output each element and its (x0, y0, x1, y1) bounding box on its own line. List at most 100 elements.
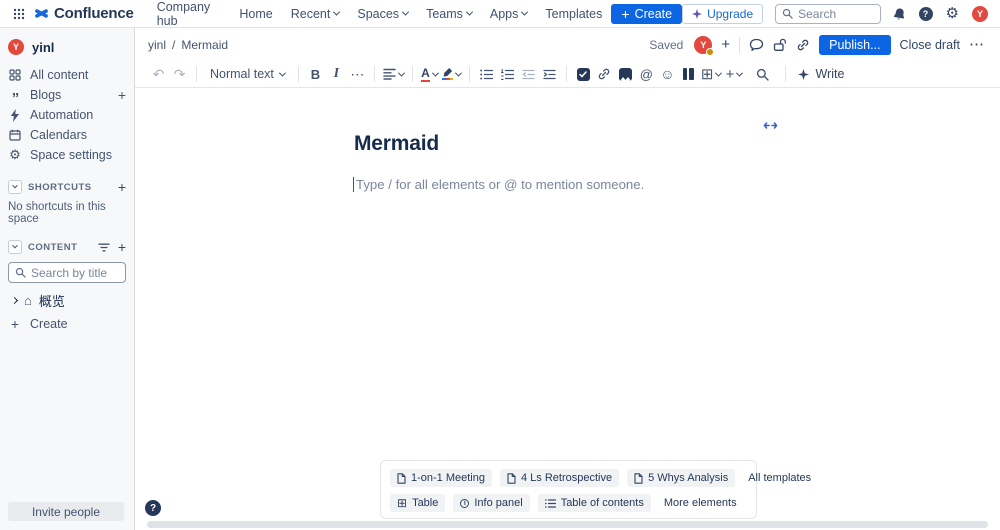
bullet-list-button[interactable] (476, 63, 497, 85)
collaborator-avatar[interactable]: Y (694, 35, 715, 56)
divider (297, 66, 299, 82)
settings-gear-icon[interactable]: ⚙ (946, 6, 959, 21)
add-collaborator-plus-icon[interactable]: + (721, 37, 730, 52)
element-chip-table-of-contents[interactable]: Table of contents (537, 494, 651, 512)
link-icon (597, 67, 611, 81)
nav-item-home[interactable]: Home (230, 0, 281, 28)
document-icon (634, 472, 643, 484)
page-title[interactable]: Mermaid (354, 132, 439, 156)
confluence-logo[interactable]: Confluence (30, 5, 140, 22)
task-list-button[interactable] (573, 63, 594, 85)
text-align-dropdown[interactable] (381, 63, 406, 85)
more-actions-icon[interactable]: ⋯ (969, 37, 985, 52)
sidebar-item-automation[interactable]: Automation (0, 105, 134, 125)
nav-item-templates[interactable]: Templates (536, 0, 611, 28)
help-floating-button[interactable]: ? (145, 500, 161, 516)
chevron-down-icon (431, 69, 439, 77)
italic-button[interactable]: I (326, 63, 347, 85)
nav-item-spaces[interactable]: Spaces (348, 0, 417, 28)
copy-link-icon[interactable] (796, 38, 810, 52)
content-collapse-button[interactable] (8, 240, 22, 254)
avatar-status-badge (706, 47, 715, 56)
sidebar-item-space-settings[interactable]: ⚙ Space settings (0, 145, 134, 165)
more-formatting-button[interactable]: ⋯ (347, 63, 368, 85)
comment-icon[interactable] (749, 38, 764, 52)
global-search-input[interactable] (798, 6, 874, 21)
indent-button[interactable] (539, 63, 560, 85)
editor-body-placeholder[interactable]: Type / for all elements or @ to mention … (353, 177, 644, 192)
redo-icon: ↷ (173, 66, 186, 82)
nav-item-apps[interactable]: Apps (481, 0, 537, 28)
sidebar-create-item[interactable]: + Create (0, 314, 134, 334)
sidebar-item-all-content[interactable]: All content (0, 65, 134, 85)
content-search[interactable] (8, 262, 126, 283)
primary-nav: Company hub Home Recent Spaces Teams App… (148, 0, 612, 28)
element-chip-table[interactable]: ⊞ Table (390, 494, 446, 512)
add-blog-plus-icon[interactable]: + (118, 87, 126, 103)
undo-button[interactable]: ↶ (148, 63, 169, 85)
content-tree-item-overview[interactable]: ⌂ 概览 (0, 289, 134, 311)
breadcrumb-page-link[interactable]: Mermaid (181, 38, 228, 52)
app-switcher-button[interactable] (8, 8, 30, 20)
global-search[interactable] (775, 3, 881, 24)
nav-item-teams[interactable]: Teams (417, 0, 481, 28)
unlock-icon[interactable] (773, 38, 787, 52)
template-chip-4ls-retrospective[interactable]: 4 Ls Retrospective (500, 469, 620, 487)
numbered-list-button[interactable] (497, 63, 518, 85)
insert-image-button[interactable] (615, 63, 636, 85)
breadcrumb: yinl / Mermaid (148, 38, 228, 52)
element-chip-info-panel[interactable]: i Info panel (453, 494, 530, 512)
ai-write-button[interactable]: Write (792, 67, 850, 81)
shortcuts-collapse-button[interactable] (8, 180, 22, 194)
text-color-dropdown[interactable]: A (419, 63, 440, 85)
space-header[interactable]: Y yinl (0, 37, 134, 65)
insert-link-button[interactable] (594, 63, 615, 85)
nav-item-company-hub[interactable]: Company hub (148, 0, 231, 28)
invite-people-button[interactable]: Invite people (8, 502, 124, 521)
publish-button[interactable]: Publish... (819, 34, 891, 55)
find-replace-button[interactable] (752, 63, 773, 85)
expand-width-icon[interactable] (763, 121, 778, 130)
add-content-plus-icon[interactable]: + (118, 240, 126, 254)
notifications-bell-icon[interactable] (891, 5, 906, 21)
plus-icon: + (621, 5, 630, 22)
close-draft-button[interactable]: Close draft (900, 38, 960, 52)
highlight-color-dropdown[interactable] (440, 63, 463, 85)
create-button[interactable]: + Create (611, 3, 683, 24)
emoji-button[interactable]: ☺ (657, 63, 678, 85)
text-cursor (353, 177, 354, 192)
content-title: CONTENT (28, 241, 78, 253)
shortcuts-section-header: SHORTCUTS + (0, 180, 134, 194)
upgrade-button[interactable]: Upgrade (682, 3, 764, 24)
insert-table-dropdown[interactable]: ⊞ (699, 63, 724, 85)
mention-button[interactable]: @ (636, 63, 657, 85)
breadcrumb-space-link[interactable]: yinl (148, 38, 166, 52)
plus-icon: + (10, 316, 20, 332)
redo-button[interactable]: ↷ (169, 63, 190, 85)
calendar-icon (8, 129, 22, 141)
add-shortcut-plus-icon[interactable]: + (118, 180, 126, 194)
bold-button[interactable]: B (305, 63, 326, 85)
help-icon[interactable]: ? (918, 6, 933, 21)
bullet-list-icon (480, 69, 493, 80)
template-chip-5-whys-analysis[interactable]: 5 Whys Analysis (627, 469, 736, 487)
layouts-button[interactable] (678, 63, 699, 85)
editor-canvas[interactable]: Mermaid Type / for all elements or @ to … (135, 88, 1000, 530)
chevron-down-icon (521, 8, 529, 16)
more-elements-link[interactable]: More elements (659, 497, 742, 509)
filter-icon[interactable] (98, 243, 110, 252)
content-search-input[interactable] (31, 265, 119, 280)
outdent-button[interactable] (518, 63, 539, 85)
template-chip-1on1-meeting[interactable]: 1-on-1 Meeting (390, 469, 492, 487)
sidebar-item-calendars[interactable]: Calendars (0, 125, 134, 145)
insert-elements-dropdown[interactable]: + (723, 63, 744, 85)
nav-item-recent[interactable]: Recent (282, 0, 349, 28)
text-style-dropdown[interactable]: Normal text (203, 67, 292, 81)
sparkle-icon (692, 8, 703, 19)
chevron-down-icon (397, 69, 405, 77)
user-avatar[interactable]: Y (972, 5, 988, 22)
chevron-right-icon[interactable] (10, 296, 19, 304)
horizontal-scrollbar[interactable] (147, 521, 988, 528)
sidebar-item-blogs[interactable]: ” Blogs + (0, 85, 134, 106)
all-templates-link[interactable]: All templates (743, 472, 816, 484)
